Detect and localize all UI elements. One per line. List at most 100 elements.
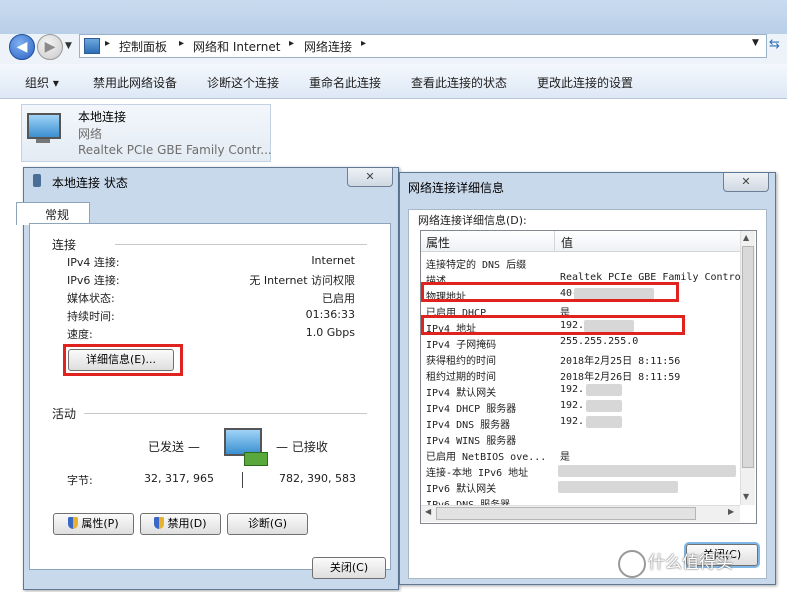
list-item[interactable]: IPv4 DHCP 服务器 192. 1 <box>421 398 740 415</box>
scrollbar-thumb[interactable] <box>436 507 696 520</box>
list-item[interactable]: 已启用 NetBIOS ove... 是 <box>421 446 740 463</box>
divider <box>242 472 243 488</box>
view-status-button[interactable]: 查看此连接的状态 <box>411 74 507 91</box>
monitor-stand-icon <box>36 139 50 143</box>
duration-value: 01:36:33 <box>305 308 355 321</box>
close-icon[interactable]: ✕ <box>723 173 769 192</box>
property-name: IPv4 DHCP 服务器 <box>426 404 517 415</box>
window-title-bar <box>0 0 787 34</box>
rename-connection-button[interactable]: 重命名此连接 <box>309 74 381 91</box>
scroll-up-icon[interactable]: ▲ <box>743 233 749 242</box>
property-value: 2018年2月26日 8:11:59 <box>560 372 681 383</box>
bytes-label: 字节: <box>67 474 93 487</box>
status-dialog-title: 本地连接 状态 <box>52 176 128 190</box>
property-value: 是 <box>560 452 570 463</box>
section-activity-heading: 活动 <box>52 407 77 421</box>
uac-shield-icon <box>154 517 165 529</box>
breadcrumb-item[interactable]: 控制面板 <box>119 38 167 55</box>
address-dropdown-icon[interactable]: ▼ <box>752 38 759 48</box>
section-connection-heading: 连接 <box>52 238 77 252</box>
arrow-right-icon: ▶ <box>44 39 56 55</box>
disable-button-label: 禁用(D) <box>167 517 207 530</box>
breadcrumb-item[interactable]: 网络连接 <box>304 38 352 55</box>
ipv6-connection-value: 无 Internet 访问权限 <box>249 274 355 287</box>
scroll-left-icon[interactable]: ◀ <box>425 507 431 516</box>
speed-value: 1.0 Gbps <box>305 326 355 339</box>
disable-device-button[interactable]: 禁用此网络设备 <box>93 74 177 91</box>
property-name: IPv6 默认网关 <box>426 484 497 495</box>
connection-name: 本地连接 <box>78 110 127 124</box>
change-settings-button[interactable]: 更改此连接的设置 <box>537 74 633 91</box>
highlight-box <box>421 315 685 335</box>
connection-item[interactable]: 本地连接 网络 Realtek PCIe GBE Family Contr... <box>21 104 272 162</box>
breadcrumb-separator-icon: ▸ <box>289 38 295 49</box>
refresh-icon[interactable]: ⇆ <box>769 37 780 52</box>
property-name: 连接特定的 DNS 后缀 <box>426 260 527 271</box>
divider <box>115 244 367 245</box>
duration-label: 持续时间: <box>67 310 115 323</box>
tab-general-label: 常规 <box>45 208 70 222</box>
list-item[interactable]: IPv4 WINS 服务器 <box>421 430 740 447</box>
recent-pages-dropdown[interactable]: ▼ <box>65 41 72 51</box>
column-header-property[interactable]: 属性 <box>426 234 450 251</box>
breadcrumb-item[interactable]: 网络和 Internet <box>193 38 280 55</box>
list-header: 属性 值 <box>421 231 740 252</box>
disable-button[interactable]: 禁用(D) <box>140 513 221 535</box>
list-item[interactable]: 租约过期的时间 2018年2月26日 8:11:59 <box>421 366 740 383</box>
scroll-down-icon[interactable]: ▼ <box>743 492 749 501</box>
list-item[interactable]: 连接-本地 IPv6 地址 <box>421 462 740 479</box>
divider <box>554 231 555 251</box>
scroll-right-icon[interactable]: ▶ <box>728 507 734 516</box>
list-item[interactable]: IPv4 子网掩码 255.255.255.0 <box>421 334 740 351</box>
redaction-blur <box>558 465 736 477</box>
arrow-left-icon: ◀ <box>16 39 28 55</box>
breadcrumb-separator-icon: ▸ <box>361 38 367 49</box>
media-state-label: 媒体状态: <box>67 292 115 305</box>
watermark-logo-icon <box>618 550 646 578</box>
command-bar: 组织 ▾ 禁用此网络设备 诊断这个连接 重命名此连接 查看此连接的状态 更改此连… <box>0 64 787 99</box>
column-header-value[interactable]: 值 <box>561 234 573 251</box>
bytes-sent-value: 32, 317, 965 <box>144 472 214 485</box>
status-close-button[interactable]: 关闭(C) <box>312 557 386 579</box>
property-name: IPv4 DNS 服务器 <box>426 420 511 431</box>
connection-type: 网络 <box>78 127 103 141</box>
details-dialog-title: 网络连接详细信息 <box>408 181 505 195</box>
network-adapter-icon <box>27 113 61 139</box>
property-name: IPv4 子网掩码 <box>426 340 497 351</box>
property-value: 255.255.255.0 <box>560 336 639 347</box>
back-button[interactable]: ◀ <box>9 34 35 60</box>
list-item[interactable]: 连接特定的 DNS 后缀 <box>421 254 740 271</box>
list-item[interactable]: IPv6 DNS 服务器 <box>421 494 740 505</box>
speed-label: 速度: <box>67 328 93 341</box>
diagnose-connection-button[interactable]: 诊断这个连接 <box>207 74 279 91</box>
diagnose-button[interactable]: 诊断(G) <box>227 513 308 535</box>
highlight-box <box>63 344 183 376</box>
ipv4-connection-label: IPv4 连接: <box>67 256 120 269</box>
scrollbar-thumb[interactable] <box>742 246 754 468</box>
redaction-blur <box>586 384 622 396</box>
breadcrumb-separator-icon: ▸ <box>179 38 185 49</box>
property-value: 2018年2月25日 8:11:56 <box>560 356 681 367</box>
list-item[interactable]: IPv6 默认网关 <box>421 478 740 495</box>
property-name: 连接-本地 IPv6 地址 <box>426 468 529 479</box>
close-icon[interactable]: ✕ <box>347 168 393 187</box>
breadcrumb-separator-icon: ▸ <box>105 38 111 49</box>
ipv6-connection-label: IPv6 连接: <box>67 274 120 287</box>
properties-button-label: 属性(P) <box>81 517 119 530</box>
details-list-caption: 网络连接详细信息(D): <box>418 214 527 227</box>
bytes-received-value: 782, 390, 583 <box>279 472 356 485</box>
highlight-box <box>421 282 679 302</box>
tab-general[interactable]: 常规 <box>16 202 90 225</box>
organize-menu[interactable]: 组织 ▾ <box>25 74 59 91</box>
address-bar[interactable]: ▸ 控制面板 ▸ 网络和 Internet ▸ 网络连接 ▸ ▼ <box>79 34 767 58</box>
sent-label: 已发送 — <box>148 440 200 454</box>
forward-button[interactable]: ▶ <box>37 34 63 60</box>
redaction-blur <box>558 481 678 493</box>
properties-button[interactable]: 属性(P) <box>53 513 134 535</box>
received-label: — 已接收 <box>276 440 328 454</box>
list-item[interactable]: 获得租约的时间 2018年2月25日 8:11:56 <box>421 350 740 367</box>
list-item[interactable]: IPv4 默认网关 192. 1 <box>421 382 740 399</box>
network-cable-icon <box>244 452 268 466</box>
divider <box>84 413 367 414</box>
list-item[interactable]: IPv4 DNS 服务器 192. .1 <box>421 414 740 431</box>
